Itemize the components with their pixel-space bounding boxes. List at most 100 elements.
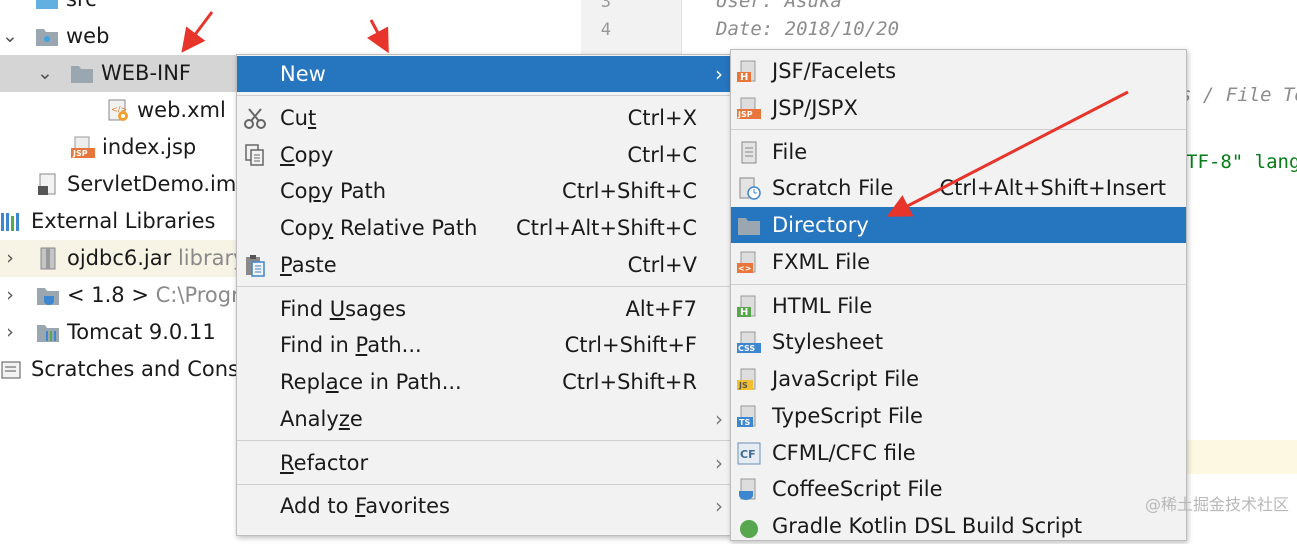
tree-label: src [66,0,97,18]
menu-item-find-in-path[interactable]: Find in Path... Ctrl+Shift+F [237,327,731,363]
tree-item-web[interactable]: ⌄ web [0,18,600,55]
menu-item-javascript-file[interactable]: JS JavaScript File [731,361,1186,397]
code-line[interactable]: TF-8" lang [1186,151,1297,173]
shortcut-label: Alt+F7 [625,297,697,321]
menu-item-refactor[interactable]: Refactor › [237,445,731,481]
coffeescript-file-icon [739,478,756,500]
tree-label: ojdbc6.jar library [67,246,246,270]
code-line[interactable]: User: Asuka [716,0,842,12]
shortcut-label: Ctrl+X [627,106,697,130]
menu-item-label: Directory [772,213,869,237]
shortcut-label: Ctrl+Shift+F [564,333,697,357]
paste-icon [246,255,265,277]
menu-item-label: JSP/JSPX [772,96,858,120]
menu-item-label: Find Usages [280,297,407,321]
menu-separator [237,440,731,441]
menu-item-add-to-favorites[interactable]: Add to Favorites › [237,488,731,524]
tree-label: Tomcat 9.0.11 [67,320,216,344]
jsf-file-icon: H [737,60,756,83]
menu-item-gradle-kotlin-script[interactable]: Gradle Kotlin DSL Build Script [731,508,1186,544]
svg-text:CF: CF [740,448,756,461]
tree-label: < 1.8 > C:\Progra [67,283,253,307]
menu-item-label: CoffeeScript File [772,477,943,501]
menu-item-copy-relative-path[interactable]: Copy Relative Path Ctrl+Alt+Shift+C [237,210,731,246]
chevron-right-icon[interactable]: › [0,240,20,277]
menu-item-paste[interactable]: Paste Ctrl+V [237,247,731,283]
chevron-right-icon[interactable]: › [0,314,20,351]
menu-item-label: TypeScript File [772,404,923,428]
shortcut-label: Ctrl+Shift+R [562,370,697,394]
menu-item-file[interactable]: File [731,134,1186,170]
watermark: @稀土掘金技术社区 [1144,495,1289,514]
html-file-icon: H [737,295,756,318]
menu-item-html-file[interactable]: H HTML File [731,288,1186,324]
menu-item-label: FXML File [772,250,871,274]
svg-text:CSS: CSS [738,344,755,353]
menu-separator [237,484,731,485]
context-menu: New › Cut Ctrl+X Copy Ctrl+C Copy Path C… [236,54,732,536]
folder-icon [36,0,58,9]
menu-item-directory[interactable]: Directory [731,207,1186,243]
web-folder-icon [36,29,58,46]
js-file-icon: JS [737,368,756,390]
submenu-arrow-icon: › [715,451,723,475]
menu-item-label: Replace in Path... [280,370,462,394]
svg-text:H: H [740,307,748,318]
menu-item-label: Refactor [280,451,369,475]
menu-item-new[interactable]: New › [237,56,731,92]
menu-item-label: JSF/Facelets [772,59,897,83]
library-icon [1,213,19,231]
menu-item-copy-path[interactable]: Copy Path Ctrl+Shift+C [237,173,731,209]
css-file-icon: CSS [737,331,761,353]
menu-item-label: Analyze [280,407,363,431]
svg-text:JSP: JSP [72,149,88,158]
submenu-arrow-icon: › [715,494,723,518]
menu-item-analyze[interactable]: Analyze › [237,401,731,437]
svg-text:<>: <> [738,264,751,273]
shortcut-label: Ctrl+V [627,253,697,277]
shortcut-label: Ctrl+Shift+C [562,179,697,203]
shortcut-label: Ctrl+Alt+Shift+C [516,216,697,240]
folder-icon [71,66,93,83]
tree-label: External Libraries [31,209,216,233]
tree-label: index.jsp [102,135,197,159]
tree-label: web [66,24,110,48]
menu-item-scratch-file[interactable]: Scratch File Ctrl+Alt+Shift+Insert [731,170,1186,206]
menu-item-typescript-file[interactable]: TS TypeScript File [731,398,1186,434]
menu-item-replace-in-path[interactable]: Replace in Path... Ctrl+Shift+R [237,364,731,400]
menu-item-fxml-file[interactable]: <> FXML File [731,244,1186,280]
menu-item-cfml-file[interactable]: CF CFML/CFC file [731,435,1186,471]
jsp-file-icon: JSP [71,136,95,158]
submenu-arrow-icon: › [715,62,723,86]
menu-item-copy[interactable]: Copy Ctrl+C [237,137,731,173]
module-file-icon [38,173,56,195]
library-folder-icon [37,325,59,342]
code-line[interactable]: Date: 2018/10/20 [716,18,899,40]
menu-item-label: Cut [280,106,317,130]
menu-item-coffeescript-file[interactable]: CoffeeScript File [731,471,1186,507]
menu-item-label: Gradle Kotlin DSL Build Script [772,514,1083,538]
menu-item-cut[interactable]: Cut Ctrl+X [237,100,731,136]
svg-text:H: H [740,72,748,83]
chevron-down-icon[interactable]: ⌄ [0,18,20,55]
menu-item-jsf-facelets[interactable]: H JSF/Facelets [731,53,1186,89]
tree-item-src[interactable]: src [0,0,600,18]
jar-icon [40,247,56,270]
ts-file-icon: TS [737,405,756,427]
menu-item-label: File [772,140,808,164]
menu-item-stylesheet[interactable]: CSS Stylesheet [731,324,1186,360]
chevron-down-icon[interactable]: ⌄ [35,55,55,92]
chevron-right-icon[interactable]: › [0,277,20,314]
fxml-file-icon: <> [737,251,756,273]
menu-item-label: JavaScript File [772,367,920,391]
submenu-arrow-icon: › [715,407,723,431]
code-line[interactable]: s / File Te [1180,84,1297,106]
menu-item-label: Copy Path [280,179,387,203]
menu-item-find-usages[interactable]: Find Usages Alt+F7 [237,291,731,327]
menu-item-label: Copy Relative Path [280,216,478,240]
shortcut-label: Ctrl+Alt+Shift+Insert [939,176,1166,200]
menu-item-jsp-jspx[interactable]: JSP JSP/JSPX [731,90,1186,126]
svg-text:TS: TS [739,418,750,427]
menu-item-label: Paste [280,253,337,277]
menu-item-label: Add to Favorites [280,494,450,518]
